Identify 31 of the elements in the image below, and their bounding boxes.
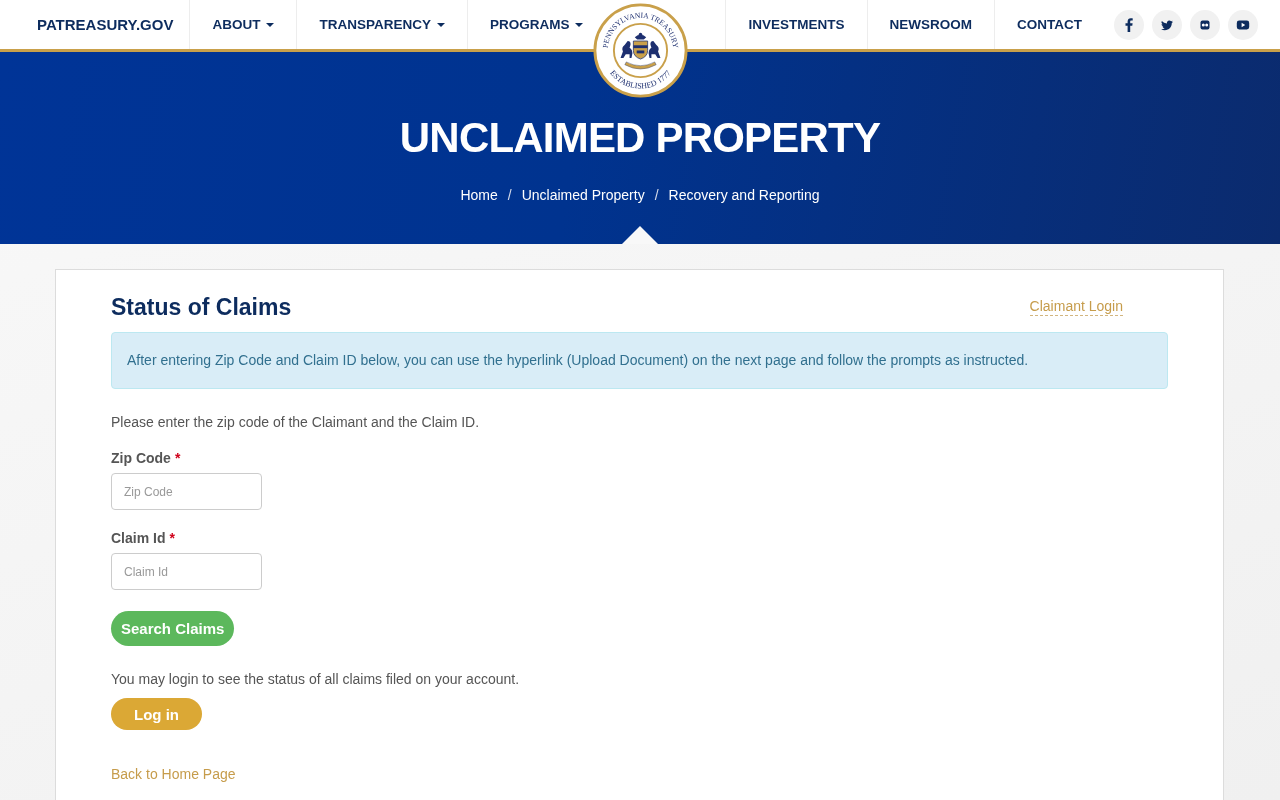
input-field[interactable]: Zip Code [111,473,262,510]
triangle-icon [622,226,658,244]
info-message: After entering Zip Code and Claim ID below, you can use the hyperlink (Upload Document) on the next page and follow the prompts as instructed. [111,332,1168,389]
input-field[interactable]: Claim Id [111,553,262,590]
caret-icon [436,22,445,27]
nav-link[interactable]: INVESTMENTS [725,0,867,49]
caret-icon [266,22,275,27]
instructions-text: Please enter the zip code of the Claimant and the Claim ID. [111,413,481,432]
breadcrumb-link[interactable]: Recovery and Reporting [668,185,820,205]
brand-link[interactable]: PATREASURY.GOV [0,0,190,49]
nav-link[interactable]: NEWSROOM [866,0,994,49]
twitter-icon[interactable] [1152,9,1182,40]
required-mark: * [174,449,181,468]
login-prompt-text: You may login to see the status of all claims filed on your account. [111,670,521,689]
page-heading: Status of Claims [111,293,292,322]
required-mark: * [169,529,175,548]
breadcrumb-link[interactable]: Unclaimed Property [521,185,645,205]
nav-link[interactable]: ABOUT [189,0,297,49]
caret-icon [575,22,584,27]
breadcrumb-separator: / [507,186,512,205]
field-label: Claim Id [111,529,166,548]
hero-title: UNCLAIMED PROPERTY [399,113,881,163]
facebook-icon[interactable] [1114,9,1144,40]
field-label: Zip Code [111,449,171,468]
nav-link[interactable]: CONTACT [994,0,1104,49]
nav-link[interactable]: PROGRAMS [466,0,588,49]
youtube-icon[interactable] [1228,9,1258,40]
flickr-icon[interactable] [1190,9,1220,40]
nav-link[interactable]: TRANSPARENCY [296,0,467,49]
breadcrumb-link[interactable]: Home [460,185,498,205]
breadcrumb-separator: / [654,186,659,205]
